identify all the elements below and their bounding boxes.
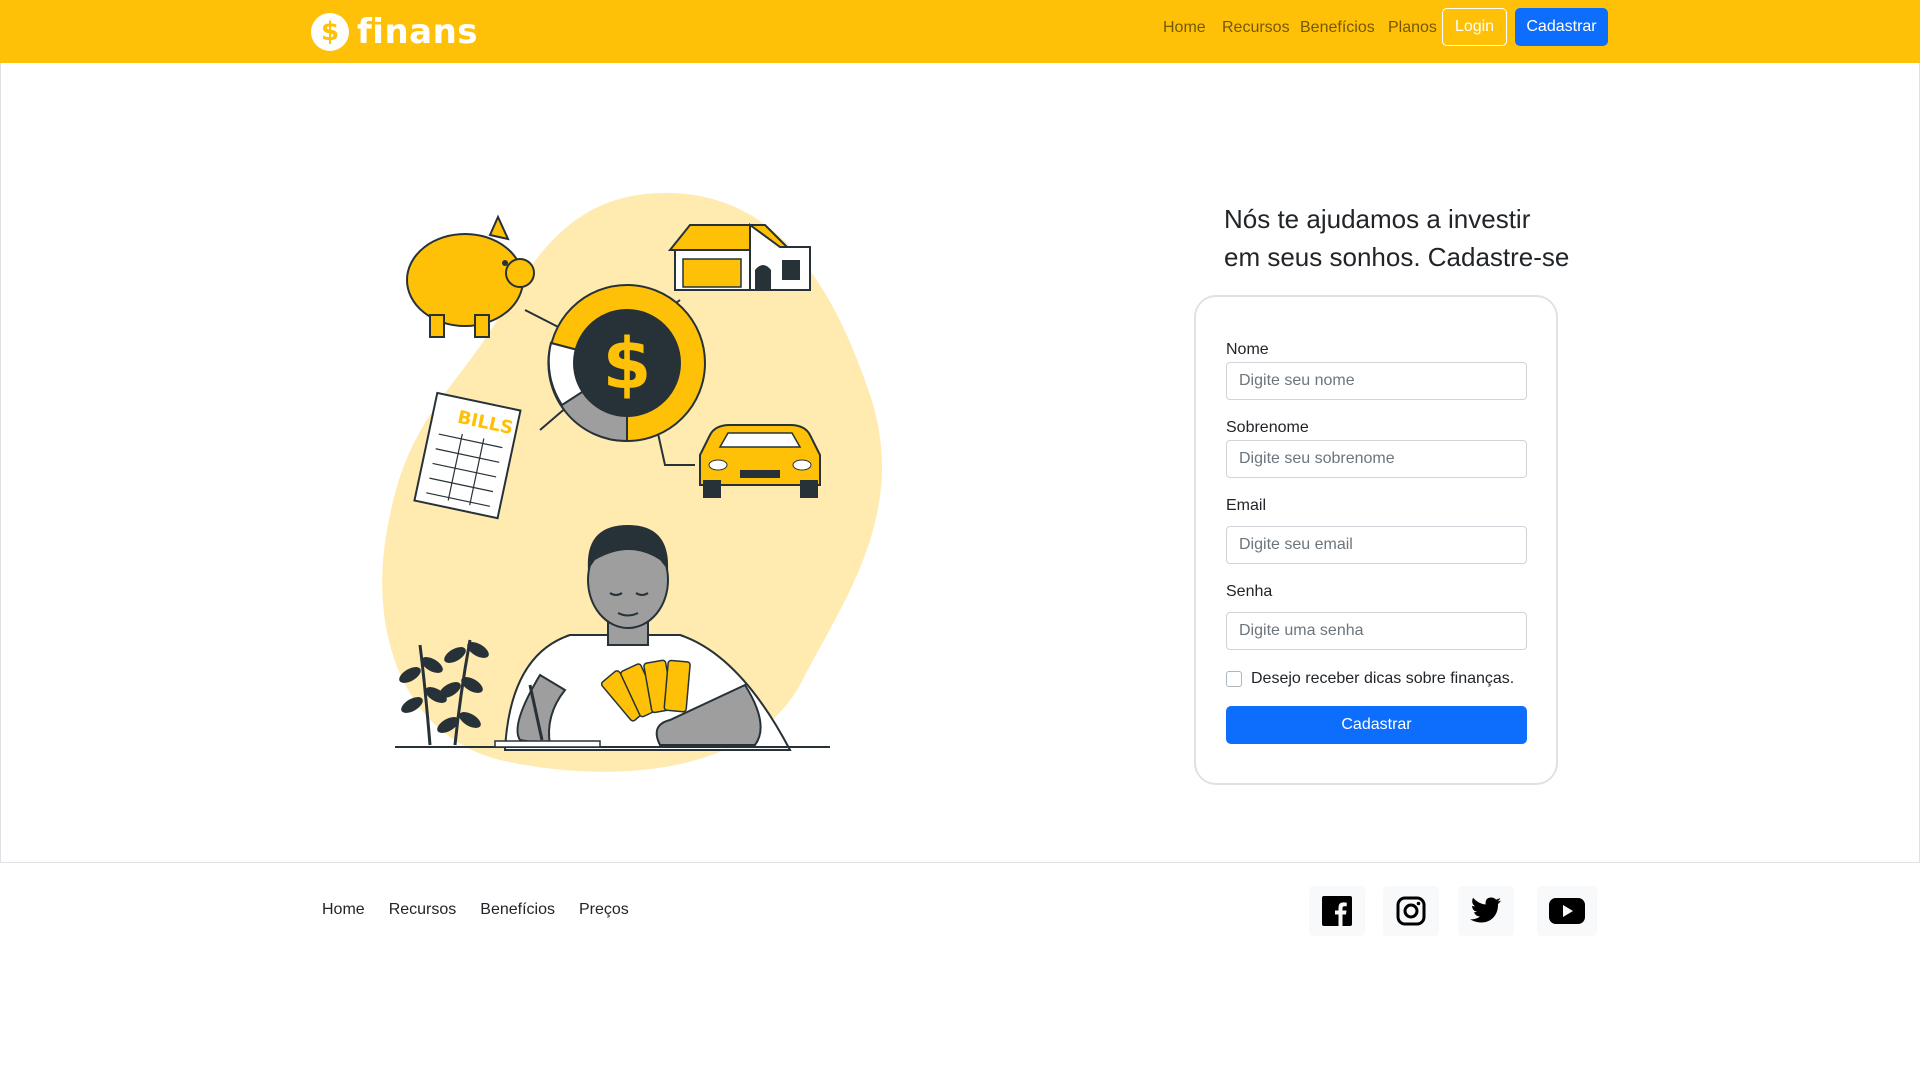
footer-link-home[interactable]: Home xyxy=(322,901,365,919)
nav-item-beneficios[interactable]: Benefícios xyxy=(1300,19,1375,37)
house-icon xyxy=(667,223,811,291)
tips-checkbox-label: Desejo receber dicas sobre finanças. xyxy=(1251,670,1515,687)
dollar-coin-icon: $ xyxy=(311,13,349,51)
instagram-button[interactable] xyxy=(1383,886,1439,936)
coin-dollar-glyph: $ xyxy=(603,323,652,405)
page-headline: Nós te ajudamos a investir em seus sonho… xyxy=(1224,204,1570,272)
nome-input[interactable] xyxy=(1226,362,1527,400)
facebook-button[interactable] xyxy=(1309,886,1365,936)
signup-nav-button[interactable]: Cadastrar xyxy=(1515,8,1608,46)
tips-checkbox[interactable] xyxy=(1226,671,1242,687)
nav-item-home[interactable]: Home xyxy=(1163,19,1206,37)
sobrenome-label: Sobrenome xyxy=(1226,419,1309,436)
brand-name: finans xyxy=(357,12,479,52)
login-button[interactable]: Login xyxy=(1442,8,1507,46)
tips-checkbox-row[interactable]: Desejo receber dicas sobre finanças. xyxy=(1226,670,1514,688)
instagram-icon xyxy=(1396,896,1426,926)
twitter-icon xyxy=(1470,897,1501,923)
email-label: Email xyxy=(1226,497,1267,514)
footer-link-beneficios[interactable]: Benefícios xyxy=(480,901,555,919)
twitter-button[interactable] xyxy=(1458,886,1514,936)
youtube-button[interactable] xyxy=(1537,886,1597,936)
navbar: $ finans Home Recursos Benefícios Planos… xyxy=(0,0,1920,63)
youtube-icon xyxy=(1549,898,1585,924)
nav-item-recursos[interactable]: Recursos xyxy=(1222,19,1290,37)
signup-form: Nome Sobrenome Email Senha Desejo recebe… xyxy=(1194,295,1558,785)
senha-input[interactable] xyxy=(1226,612,1527,650)
footer-link-recursos[interactable]: Recursos xyxy=(389,901,457,919)
nav-item-planos[interactable]: Planos xyxy=(1388,19,1437,37)
footer-link-precos[interactable]: Preços xyxy=(579,901,629,919)
email-input[interactable] xyxy=(1226,526,1527,564)
facebook-icon xyxy=(1322,896,1352,926)
senha-label: Senha xyxy=(1226,583,1273,600)
submit-signup-button[interactable]: Cadastrar xyxy=(1226,706,1527,744)
signup-section xyxy=(0,63,1920,863)
footer-links: Home Recursos Benefícios Preços xyxy=(322,901,629,919)
sobrenome-input[interactable] xyxy=(1226,440,1527,478)
finance-illustration: $ BILLS xyxy=(382,192,882,772)
nome-label: Nome xyxy=(1226,341,1269,358)
brand-logo-link[interactable]: $ finans xyxy=(311,12,478,52)
